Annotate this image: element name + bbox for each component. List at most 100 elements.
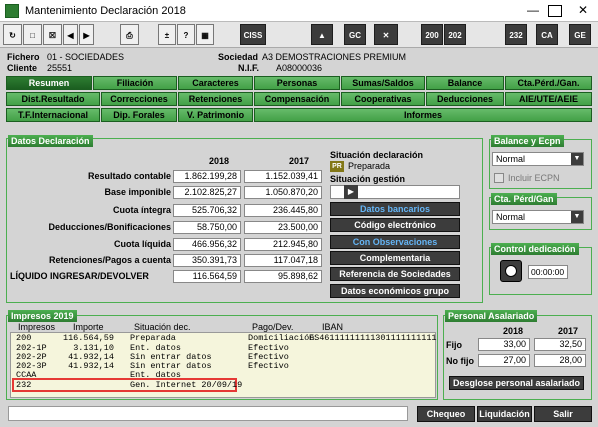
next-icon[interactable]: ▶ — [79, 24, 94, 45]
desglose-button[interactable]: Desglose personal asalariado — [449, 376, 584, 390]
table-row[interactable]: 232 — [16, 380, 31, 390]
value-2018[interactable]: 525.706,32 — [173, 204, 241, 217]
gc-button[interactable]: GC — [344, 24, 366, 45]
maximize-button[interactable] — [548, 5, 562, 17]
delete-icon[interactable]: ☒ — [43, 24, 62, 45]
tab-aie-ute-aeie[interactable]: AIE/UTE/AEIE — [505, 92, 592, 106]
personal-year-2017: 2017 — [557, 326, 579, 336]
close-button[interactable]: ✕ — [572, 2, 594, 19]
tab-v-patrimonio[interactable]: V. Patrimonio — [178, 108, 253, 122]
cliente-label: Cliente — [7, 63, 38, 73]
incluir-ecpn-checkbox[interactable] — [494, 173, 504, 183]
model-202-button[interactable]: 202 — [444, 24, 466, 45]
tab-cta-perd-gan[interactable]: Cta.Pérd./Gan. — [505, 76, 592, 90]
fijo-2018[interactable]: 33,00 — [478, 338, 530, 351]
calculator-icon[interactable]: ▦ — [196, 24, 214, 45]
tab-personas[interactable]: Personas — [254, 76, 340, 90]
situacion-label: Situación declaración — [330, 150, 424, 160]
value-2018[interactable]: 350.391,73 — [173, 254, 241, 267]
model-200-button[interactable]: 200 — [421, 24, 443, 45]
value-2017[interactable]: 95.898,62 — [244, 270, 322, 283]
nif-label: N.I.F. — [238, 63, 260, 73]
year-2017-header: 2017 — [288, 156, 310, 166]
new-icon[interactable]: □ — [23, 24, 42, 45]
nofijo-2017[interactable]: 28,00 — [534, 354, 586, 367]
value-2018[interactable]: 116.564,59 — [173, 270, 241, 283]
personal-year-2018: 2018 — [502, 326, 524, 336]
value-2017[interactable]: 1.050.870,20 — [244, 186, 322, 199]
balance-title: Balance y Ecpn — [491, 135, 564, 147]
value-2017[interactable]: 117.047,18 — [244, 254, 322, 267]
play-icon[interactable]: ▶ — [344, 185, 358, 199]
balance-combo[interactable]: Normal ▼ — [492, 152, 584, 166]
model-232-button[interactable]: 232 — [505, 24, 527, 45]
alert-icon[interactable]: ▲ — [311, 24, 333, 45]
col-importe: Importe — [73, 322, 104, 332]
table-cell: ES46111111111301111111111 — [309, 333, 437, 343]
fijo-2017[interactable]: 32,50 — [534, 338, 586, 351]
value-2017[interactable]: 23.500,00 — [244, 221, 322, 234]
balance-combo-value: Normal — [496, 154, 526, 164]
tab-deducciones[interactable]: Deducciones — [426, 92, 504, 106]
col-pago: Pago/Dev. — [252, 322, 294, 332]
datos-bancarios-button[interactable]: Datos bancarios — [330, 202, 460, 216]
chevron-down-icon: ▼ — [571, 211, 583, 223]
row-label: Deducciones/Bonificaciones — [48, 222, 171, 232]
tab-cooperativas[interactable]: Cooperativas — [341, 92, 425, 106]
table-cell: Gen. Internet 20/09/19 — [130, 380, 243, 390]
table-cell: 116.564,59 — [62, 333, 114, 343]
help-icon[interactable]: ? — [177, 24, 195, 45]
prev-icon[interactable]: ◀ — [63, 24, 78, 45]
title-bar: Mantenimiento Declaración 2018 — ✕ — [0, 0, 598, 22]
cta-perd-combo[interactable]: Normal ▼ — [492, 210, 584, 224]
value-2018[interactable]: 58.750,00 — [173, 221, 241, 234]
value-2018[interactable]: 1.862.199,28 — [173, 170, 241, 183]
col-iban: IBAN — [322, 322, 344, 332]
value-2018[interactable]: 2.102.825,27 — [173, 186, 241, 199]
refresh-icon[interactable]: ↻ — [3, 24, 22, 45]
ca-button[interactable]: CA — [536, 24, 558, 45]
tab-compensacion[interactable]: Compensación — [254, 92, 340, 106]
tools-icon[interactable]: ✕ — [374, 24, 398, 45]
tab-correcciones[interactable]: Correcciones — [101, 92, 177, 106]
toolbar: ↻ □ ☒ ◀ ▶ ⎙ ± ? ▦ CISS ▲ GC ✕ 200 202 23… — [0, 22, 598, 48]
value-2017[interactable]: 236.445,80 — [244, 204, 322, 217]
tab-resumen[interactable]: Resumen — [6, 76, 92, 90]
datos-declaracion-title: Datos Declaración — [8, 135, 93, 147]
row-label: Resultado contable — [87, 171, 171, 181]
tab-dist-resultado[interactable]: Dist.Resultado — [6, 92, 100, 106]
stopwatch-icon[interactable] — [500, 260, 522, 282]
tab-balance[interactable]: Balance — [426, 76, 504, 90]
value-2018[interactable]: 466.956,32 — [173, 238, 241, 251]
tab-caracteres[interactable]: Caracteres — [178, 76, 253, 90]
table-row[interactable]: 200 — [16, 333, 31, 343]
liquido-label: LÍQUIDO INGRESAR/DEVOLVER — [10, 271, 149, 281]
gestion-label: Situación gestión — [330, 174, 406, 184]
datos-economicos-grupo-button[interactable]: Datos económicos grupo — [330, 284, 460, 298]
codigo-electronico-button[interactable]: Código electrónico — [330, 218, 460, 232]
value-2017[interactable]: 212.945,80 — [244, 238, 322, 251]
nofijo-2018[interactable]: 27,00 — [478, 354, 530, 367]
tab-sumas-saldos[interactable]: Sumas/Saldos — [341, 76, 425, 90]
status-field — [8, 406, 408, 421]
complementaria-button[interactable]: Complementaria — [330, 251, 460, 265]
ge-button[interactable]: GE — [569, 24, 591, 45]
minimize-button[interactable]: — — [522, 2, 544, 19]
nif-value: A08000036 — [276, 63, 323, 73]
tab-informes[interactable]: Informes — [254, 108, 592, 122]
liquidacion-button[interactable]: Liquidación — [477, 406, 532, 422]
print-icon[interactable]: ⎙ — [120, 24, 139, 45]
referencia-sociedades-button[interactable]: Referencia de Sociedades — [330, 267, 460, 281]
plus-minus-icon[interactable]: ± — [158, 24, 176, 45]
tab-dip-forales[interactable]: Dip. Forales — [101, 108, 177, 122]
chequeo-button[interactable]: Chequeo — [417, 406, 475, 422]
tab-retenciones[interactable]: Retenciones — [178, 92, 253, 106]
ciss-button[interactable]: CISS — [240, 24, 266, 45]
tab-filiacion[interactable]: Filiación — [93, 76, 177, 90]
value-2017[interactable]: 1.152.039,41 — [244, 170, 322, 183]
table-cell: 41.932,14 — [68, 361, 114, 371]
salir-button[interactable]: Salir — [534, 406, 592, 422]
tab-tf-internacional[interactable]: T.F.Internacional — [6, 108, 100, 122]
app-icon — [5, 4, 19, 18]
observaciones-button[interactable]: Con Observaciones — [330, 235, 460, 249]
